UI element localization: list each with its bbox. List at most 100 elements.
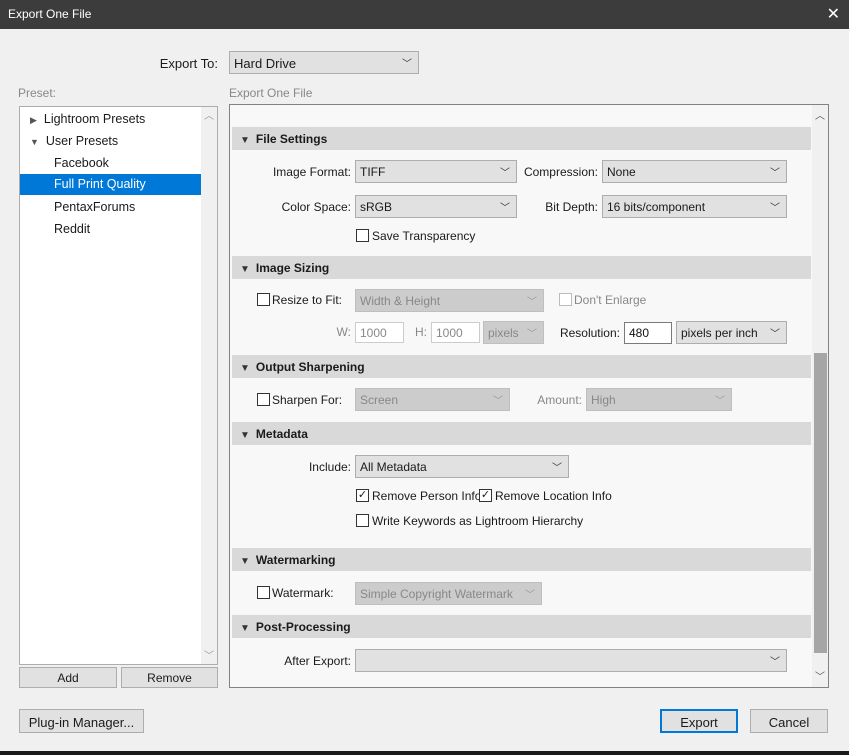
amount-label: Amount:	[537, 393, 582, 407]
remove-preset-button[interactable]: Remove	[121, 667, 218, 688]
bit-depth-select[interactable]: 16 bits/component ﹀	[602, 195, 787, 218]
metadata-include-select[interactable]: All Metadata ﹀	[355, 455, 569, 478]
size-unit-select[interactable]: pixels ﹀	[483, 321, 544, 344]
width-label: W:	[336, 325, 351, 339]
preset-facebook[interactable]: Facebook	[20, 153, 202, 173]
color-space-label: Color Space:	[281, 200, 351, 214]
cancel-button[interactable]: Cancel	[750, 709, 828, 733]
bit-depth-label: Bit Depth:	[545, 200, 598, 214]
chevron-down-icon: ﹀	[770, 329, 780, 340]
collapse-icon: ▼	[240, 363, 250, 374]
preset-scrollbar[interactable]: ︿ ﹀	[201, 107, 217, 664]
section-file-settings[interactable]: ▼ File Settings	[232, 127, 811, 150]
collapse-icon: ▼	[240, 264, 250, 275]
tree-label: Lightroom Presets	[43, 112, 146, 126]
save-transparency-checkbox[interactable]	[356, 229, 369, 242]
amount-select[interactable]: High ﹀	[586, 388, 732, 411]
close-icon[interactable]: ✕	[827, 4, 840, 24]
select-value: pixels per inch	[681, 326, 758, 340]
preset-list[interactable]: ▶ Lightroom Presets ▼ User Presets Faceb…	[19, 106, 218, 665]
section-image-sizing[interactable]: ▼ Image Sizing	[232, 256, 811, 279]
remove-person-info-checkbox[interactable]: ✓	[356, 489, 369, 502]
select-value: None	[607, 165, 636, 179]
section-title: Output Sharpening	[255, 360, 365, 374]
compression-select[interactable]: None ﹀	[602, 160, 787, 183]
remove-location-info-checkbox[interactable]: ✓	[479, 489, 492, 502]
tree-label: User Presets	[45, 134, 119, 148]
scroll-down-icon[interactable]: ﹀	[815, 668, 825, 683]
resolution-unit-select[interactable]: pixels per inch ﹀	[676, 321, 787, 344]
width-input[interactable]: 1000	[355, 322, 404, 343]
sharpen-for-select[interactable]: Screen ﹀	[355, 388, 510, 411]
taskbar-edge	[0, 751, 849, 755]
scroll-down-icon[interactable]: ﹀	[204, 647, 214, 662]
export-to-select[interactable]: Hard Drive ﹀	[229, 51, 419, 74]
panel-label: Export One File	[229, 86, 313, 100]
section-output-sharpening[interactable]: ▼ Output Sharpening	[232, 355, 811, 378]
chevron-down-icon: ﹀	[527, 329, 537, 340]
section-post-processing[interactable]: ▼ Post-Processing	[232, 615, 811, 638]
export-to-value: Hard Drive	[234, 56, 297, 71]
select-value: TIFF	[360, 165, 386, 179]
select-value: High	[591, 393, 616, 407]
section-metadata[interactable]: ▼ Metadata	[232, 422, 811, 445]
title-bar: Export One File ✕	[0, 0, 849, 29]
after-export-label: After Export:	[284, 654, 351, 668]
chevron-down-icon: ﹀	[402, 59, 412, 70]
chevron-down-icon: ﹀	[552, 463, 562, 474]
color-space-select[interactable]: sRGB ﹀	[355, 195, 517, 218]
preset-label: Preset:	[18, 86, 57, 100]
export-button[interactable]: Export	[660, 709, 738, 733]
section-title: Watermarking	[255, 553, 336, 567]
select-value: Width & Height	[360, 294, 441, 308]
collapse-icon: ▼	[240, 623, 250, 634]
chevron-down-icon: ﹀	[500, 168, 510, 179]
add-preset-button[interactable]: Add	[19, 667, 117, 688]
preset-folder-user[interactable]: ▼ User Presets	[20, 131, 202, 151]
resolution-label: Resolution:	[559, 326, 620, 340]
compression-label: Compression:	[523, 165, 598, 179]
plugin-manager-button[interactable]: Plug-in Manager...	[19, 709, 144, 733]
chevron-down-icon: ﹀	[770, 657, 780, 668]
section-title: Image Sizing	[255, 261, 330, 275]
scroll-up-icon[interactable]: ︿	[815, 107, 825, 122]
sharpen-for-checkbox[interactable]	[257, 393, 270, 406]
height-label: H:	[415, 325, 427, 339]
image-format-label: Image Format:	[272, 165, 351, 179]
height-input[interactable]: 1000	[431, 322, 480, 343]
chevron-down-icon: ﹀	[770, 203, 780, 214]
chevron-down-icon: ﹀	[527, 297, 537, 308]
select-value: sRGB	[360, 200, 393, 214]
chevron-down-icon: ﹀	[715, 396, 725, 407]
panel-scrollbar[interactable]: ︿ ﹀	[812, 105, 828, 687]
preset-pentaxforums[interactable]: PentaxForums	[20, 197, 202, 217]
chevron-down-icon: ﹀	[770, 168, 780, 179]
scrollbar-thumb[interactable]	[814, 353, 827, 653]
resize-to-fit-checkbox[interactable]	[257, 293, 270, 306]
select-value: Simple Copyright Watermark	[360, 587, 513, 601]
select-value: Screen	[360, 393, 399, 407]
preset-folder-lightroom[interactable]: ▶ Lightroom Presets	[20, 109, 202, 129]
section-title: Post-Processing	[255, 620, 351, 634]
preset-full-print-quality[interactable]: Full Print Quality	[20, 174, 202, 195]
dont-enlarge-checkbox[interactable]	[559, 293, 572, 306]
watermark-checkbox[interactable]	[257, 586, 270, 599]
select-value: All Metadata	[360, 460, 427, 474]
image-format-select[interactable]: TIFF ﹀	[355, 160, 517, 183]
collapse-icon: ▼	[240, 556, 250, 567]
preset-reddit[interactable]: Reddit	[20, 219, 202, 239]
write-keywords-checkbox[interactable]	[356, 514, 369, 527]
section-watermarking[interactable]: ▼ Watermarking	[232, 548, 811, 571]
include-label: Include:	[308, 460, 351, 474]
watermark-select[interactable]: Simple Copyright Watermark ﹀	[355, 582, 542, 605]
resize-to-fit-label: Resize to Fit:	[272, 293, 343, 307]
window-title: Export One File	[8, 7, 92, 21]
scroll-up-icon[interactable]: ︿	[204, 107, 214, 122]
collapse-icon: ▼	[240, 430, 250, 441]
collapse-icon: ▼	[240, 135, 250, 146]
collapse-icon: ▼	[30, 137, 39, 147]
export-settings-panel: ▼ File Settings Image Format: TIFF ﹀ Compr…	[229, 104, 829, 688]
resize-mode-select[interactable]: Width & Height ﹀	[355, 289, 544, 312]
resolution-input[interactable]: 480	[624, 322, 672, 344]
after-export-select[interactable]: ﹀	[355, 649, 787, 672]
